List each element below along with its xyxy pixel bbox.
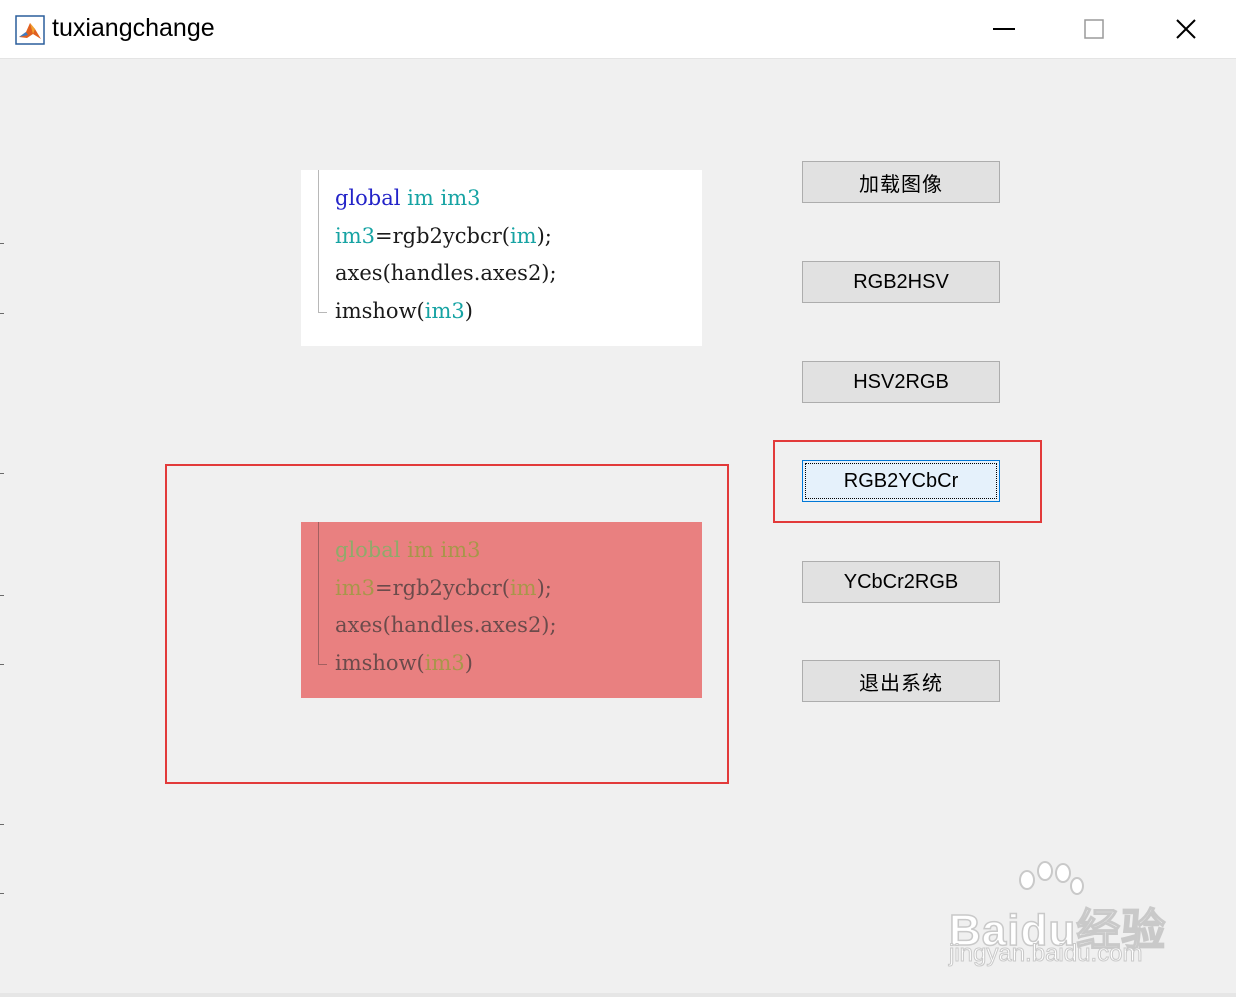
axis-tick: [0, 243, 4, 244]
title-bar: tuxiangchange: [0, 0, 1236, 59]
code-token: im: [407, 186, 434, 210]
maximize-button[interactable]: [1048, 0, 1140, 58]
code-token: global: [335, 186, 401, 210]
code-line: im3=rgb2ycbcr(im);: [335, 570, 557, 608]
code-line: imshow(im3): [335, 645, 557, 683]
minimize-icon: [993, 28, 1015, 30]
maximize-icon: [1084, 19, 1104, 39]
code-token: imshow(: [335, 298, 425, 323]
hsv2rgb-button[interactable]: HSV2RGB: [802, 361, 1000, 403]
axis-tick: [0, 664, 4, 665]
code-token: axes(handles.axes2);: [335, 613, 557, 637]
minimize-button[interactable]: [958, 0, 1050, 58]
code-token: );: [536, 575, 552, 600]
code-line: axes(handles.axes2);: [335, 607, 557, 645]
axis-tick: [0, 824, 4, 825]
code-token: im3: [335, 223, 375, 248]
code-token: imshow(: [335, 650, 425, 675]
code-token: im: [509, 575, 537, 600]
code-token: im: [407, 538, 434, 562]
code-token: im3: [440, 538, 481, 562]
code-lines: global im im3 im3=rgb2ycbcr(im); axes(hand…: [335, 532, 557, 682]
code-token: =rgb2ycbcr(: [375, 223, 510, 248]
code-fold-gutter: [318, 170, 327, 313]
exit-system-button[interactable]: 退出系统: [802, 660, 1000, 702]
close-icon: [1176, 19, 1196, 39]
bottom-edge: [0, 993, 1236, 997]
code-token: im3: [440, 186, 481, 210]
code-snippet-original: global im im3 im3=rgb2ycbcr(im); axes(hand…: [301, 170, 702, 346]
axis-tick: [0, 595, 4, 596]
code-token: =rgb2ycbcr(: [375, 575, 510, 600]
axis-tick: [0, 893, 4, 894]
code-token: ): [464, 298, 473, 323]
code-line: global im im3: [335, 180, 557, 218]
code-line: axes(handles.axes2);: [335, 255, 557, 293]
load-image-button[interactable]: 加载图像: [802, 161, 1000, 203]
code-token: axes(handles.axes2);: [335, 261, 557, 285]
code-line: im3=rgb2ycbcr(im);: [335, 218, 557, 256]
ycbcr2rgb-button[interactable]: YCbCr2RGB: [802, 561, 1000, 603]
code-token: im3: [335, 575, 375, 600]
code-token: im: [509, 223, 537, 248]
window-title: tuxiangchange: [52, 14, 215, 42]
code-lines: global im im3 im3=rgb2ycbcr(im); axes(hand…: [335, 180, 557, 330]
rgb2ycbcr-button[interactable]: RGB2YCbCr: [802, 460, 1000, 502]
code-token: im3: [424, 650, 465, 675]
matlab-app-icon: [15, 15, 45, 45]
code-token: );: [536, 223, 552, 248]
code-snippet-highlighted: global im im3 im3=rgb2ycbcr(im); axes(hand…: [301, 522, 702, 698]
watermark-url: jingyan.baidu.com: [948, 940, 1143, 968]
rgb2hsv-button[interactable]: RGB2HSV: [802, 261, 1000, 303]
baidu-watermark: Baidu经验 jingyan.baidu.com: [945, 860, 1170, 970]
code-line: imshow(im3): [335, 293, 557, 331]
axis-tick: [0, 473, 4, 474]
focus-ring: [805, 463, 997, 499]
code-line: global im im3: [335, 532, 557, 570]
code-token: im3: [424, 298, 465, 323]
close-button[interactable]: [1140, 0, 1232, 58]
code-token: global: [335, 538, 401, 562]
code-token: ): [464, 650, 473, 675]
code-fold-gutter: [318, 522, 327, 665]
axis-tick: [0, 313, 4, 314]
